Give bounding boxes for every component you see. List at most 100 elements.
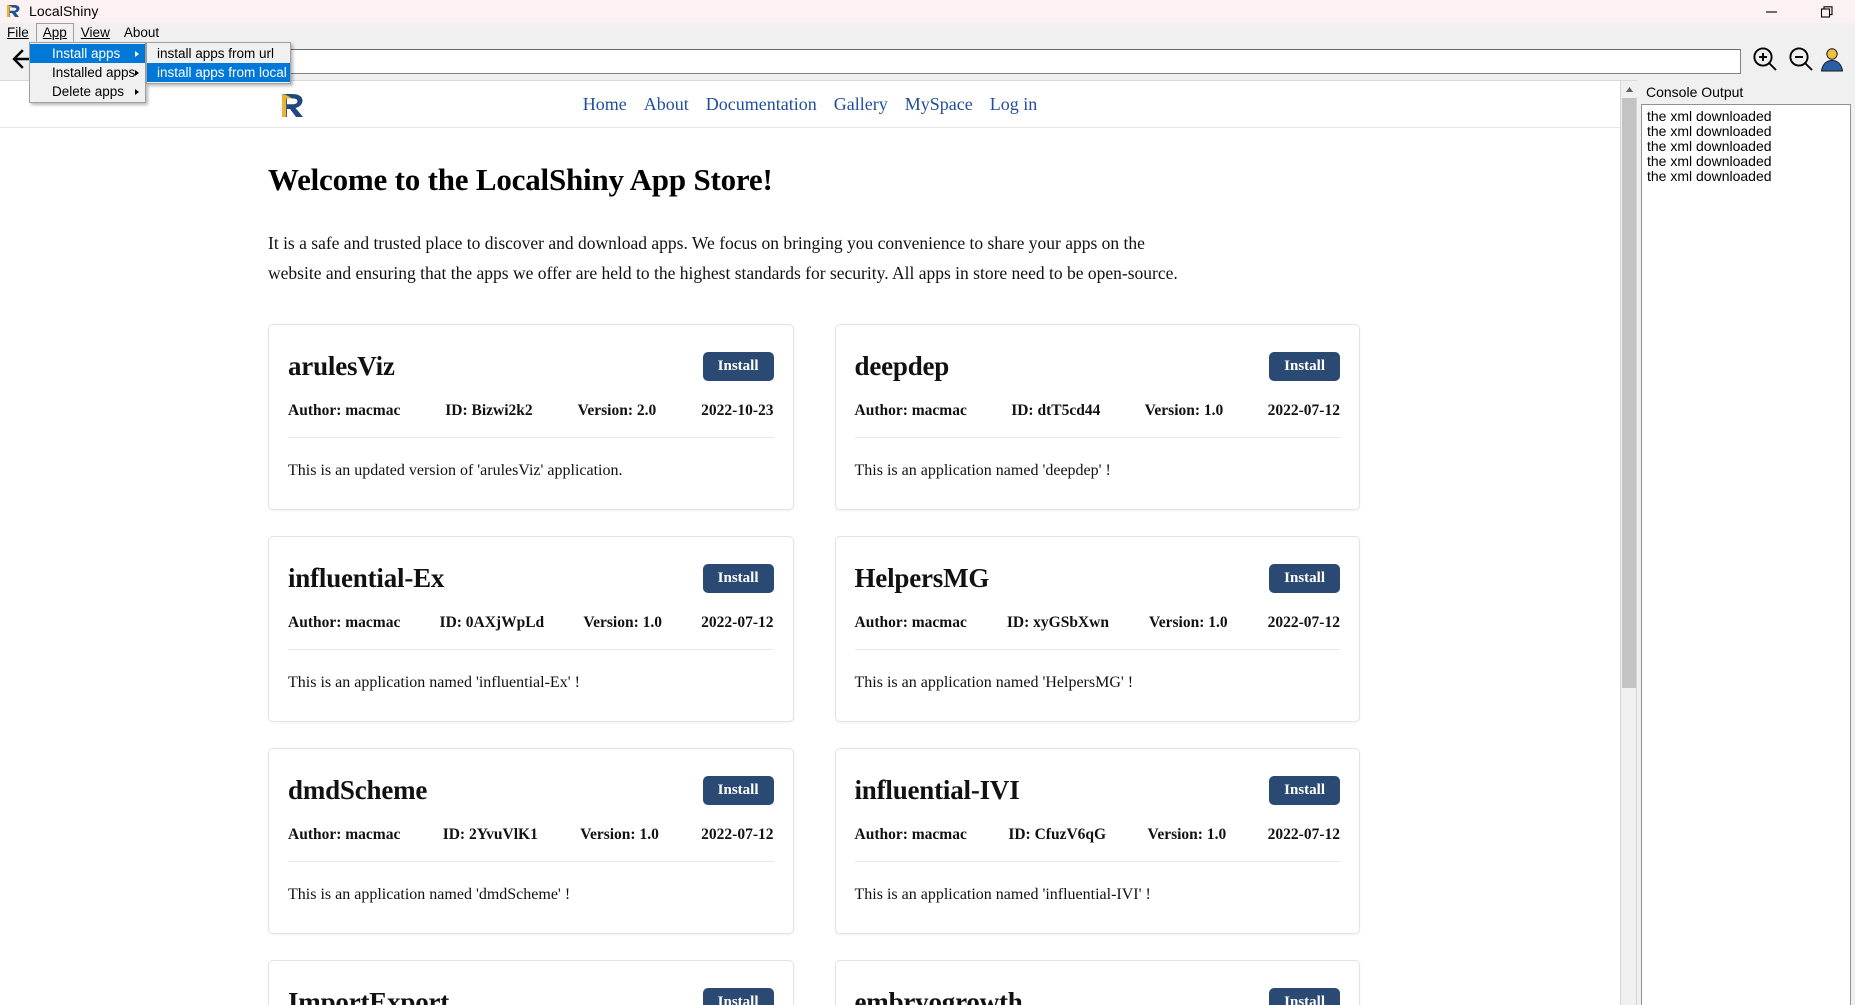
console-line: the xml downloaded [1647, 122, 1772, 139]
nav-link-login[interactable]: Log in [990, 94, 1038, 115]
app-card-header: deepdep Install [854, 347, 1340, 385]
menubar-item-about[interactable]: About [117, 23, 166, 42]
minimize-icon[interactable] [1743, 0, 1799, 23]
console-line: the xml downloaded [1647, 108, 1772, 124]
app-name: embryogrowth [854, 987, 1023, 1005]
page-title: Welcome to the LocalShiny App Store! [268, 162, 773, 197]
submenu-item-install-from-local[interactable]: install apps from local [147, 63, 290, 82]
app-card-header: influential-IVI Install [855, 771, 1340, 809]
app-version: Version: 1.0 [1148, 614, 1228, 632]
app-card: HelpersMG Install Author: macmac ID: xyG… [834, 536, 1360, 723]
window-controls [1743, 0, 1855, 23]
app-version: Version: 2.0 [577, 402, 657, 420]
chevron-right-icon [135, 69, 139, 76]
welcome-section: Welcome to the LocalShiny App Store! It … [0, 162, 1620, 288]
app-meta: Author: macmac ID: dtT5cd44 Version: 1.0… [854, 402, 1340, 439]
install-button[interactable]: Install [702, 351, 774, 381]
app-id: ID: xyGSbXwn [1006, 614, 1109, 632]
app-card: ImportExport Install Author: macmac ID: … [268, 960, 794, 1005]
install-button[interactable]: Install [1269, 987, 1340, 1005]
app-cards-grid: arulesViz Install Author: macmac ID: Biz… [0, 324, 1620, 1005]
app-card: dmdScheme Install Author: macmac ID: 2Yv… [268, 748, 794, 935]
menubar-about-label: About [123, 24, 160, 40]
menu-item-installed-apps-label: Installed apps [52, 65, 136, 80]
web-content: Home About Documentation Gallery MySpace… [0, 81, 1620, 1005]
menu-item-installed-apps[interactable]: Installed apps [30, 63, 145, 82]
app-date: 2022-07-12 [1267, 614, 1340, 632]
nav-link-documentation[interactable]: Documentation [706, 94, 817, 115]
app-author: Author: macmac [854, 402, 967, 420]
app-id: ID: Bizwi2k2 [445, 402, 533, 420]
zoom-out-button[interactable] [1783, 44, 1819, 78]
window-title-bar: LocalShiny [0, 0, 1855, 23]
console-output-box[interactable]: the xml downloaded the xml downloaded th… [1641, 104, 1851, 1005]
nav-link-about[interactable]: About [644, 94, 689, 115]
app-description: This is an application named 'influentia… [854, 886, 1151, 904]
console-line: the xml downloaded [1647, 152, 1772, 169]
zoom-out-icon [1787, 45, 1815, 78]
user-avatar-icon [1819, 46, 1845, 77]
install-button[interactable]: Install [702, 563, 774, 593]
menu-item-install-apps-label: Install apps [52, 46, 121, 61]
app-description: This is an application named 'dmdScheme'… [288, 886, 571, 904]
menubar-item-app[interactable]: App [35, 23, 74, 42]
app-id: ID: 0AXjWpLd [439, 614, 545, 632]
scroll-up-arrow-icon[interactable] [1621, 81, 1637, 97]
app-card: influential-IVI Install Author: macmac I… [834, 748, 1360, 935]
restore-icon[interactable] [1799, 0, 1855, 23]
install-button[interactable]: Install [702, 775, 774, 805]
submenu-item-install-from-url[interactable]: install apps from url [147, 44, 290, 63]
app-card-header: embryogrowth Install [854, 983, 1340, 1005]
app-card: embryogrowth Install Author: macmac ID: … [834, 960, 1360, 1005]
install-button[interactable]: Install [1269, 775, 1340, 805]
app-meta: Author: macmac ID: Bizwi2k2 Version: 2.0… [288, 402, 774, 439]
app-author: Author: macmac [854, 614, 967, 632]
user-account-button[interactable] [1819, 44, 1849, 78]
r-logo-icon [5, 3, 23, 19]
menu-item-delete-apps-label: Delete apps [52, 84, 125, 99]
console-line: the xml downloaded [1647, 137, 1772, 154]
console-line: the xml downloaded [1647, 167, 1772, 184]
app-name: HelpersMG [854, 563, 990, 594]
menu-item-install-apps[interactable]: Install apps [30, 44, 145, 63]
console-pane: Console Output the xml downloaded the xm… [1636, 80, 1855, 1005]
page-intro-text: It is a safe and trusted place to discov… [268, 233, 1178, 284]
console-output-title: Console Output [1646, 84, 1744, 100]
chevron-right-icon [135, 50, 139, 57]
app-menu-dropdown: Install apps Installed apps Delete apps [29, 42, 146, 103]
app-description: This is an application named 'deepdep' ! [854, 462, 1111, 480]
nav-link-myspace[interactable]: MySpace [905, 94, 973, 115]
address-bar[interactable]: /apps [48, 48, 1741, 74]
nav-link-gallery[interactable]: Gallery [834, 94, 888, 115]
scrollbar-thumb[interactable] [1622, 98, 1636, 688]
web-view-pane: Home About Documentation Gallery MySpace… [0, 80, 1637, 1005]
install-button[interactable]: Install [1269, 563, 1340, 593]
zoom-in-button[interactable] [1747, 44, 1783, 78]
menubar-item-file[interactable]: File [0, 23, 36, 42]
app-date: 2022-07-12 [1267, 402, 1340, 420]
app-name: deepdep [854, 351, 950, 382]
app-author: Author: macmac [288, 402, 401, 420]
submenu-item-install-from-url-label: install apps from url [157, 46, 275, 61]
menu-item-delete-apps[interactable]: Delete apps [30, 82, 145, 101]
app-card: influential-Ex Install Author: macmac ID… [268, 536, 794, 723]
app-version: Version: 1.0 [1147, 826, 1227, 844]
app-card-header: HelpersMG Install [854, 559, 1340, 597]
app-card-header: dmdScheme Install [288, 771, 774, 809]
nav-link-home[interactable]: Home [583, 94, 627, 115]
install-button[interactable]: Install [702, 987, 774, 1005]
app-meta: Author: macmac ID: 2YvuVlK1 Version: 1.0… [288, 826, 774, 863]
app-card: deepdep Install Author: macmac ID: dtT5c… [834, 324, 1360, 511]
app-card: arulesViz Install Author: macmac ID: Biz… [268, 324, 794, 511]
app-card-header: ImportExport Install [288, 983, 774, 1005]
site-navbar: Home About Documentation Gallery MySpace… [0, 81, 1620, 128]
app-meta: Author: macmac ID: 0AXjWpLd Version: 1.0… [288, 614, 774, 651]
app-version: Version: 1.0 [583, 614, 662, 632]
page-scrollbar[interactable] [1620, 81, 1637, 1005]
menubar-item-view[interactable]: View [74, 23, 117, 42]
app-id: ID: 2YvuVlK1 [442, 826, 538, 844]
chevron-right-icon [135, 88, 139, 95]
install-button[interactable]: Install [1269, 351, 1340, 381]
menu-bar: File App View About [0, 23, 1855, 42]
app-version: Version: 1.0 [580, 826, 659, 844]
